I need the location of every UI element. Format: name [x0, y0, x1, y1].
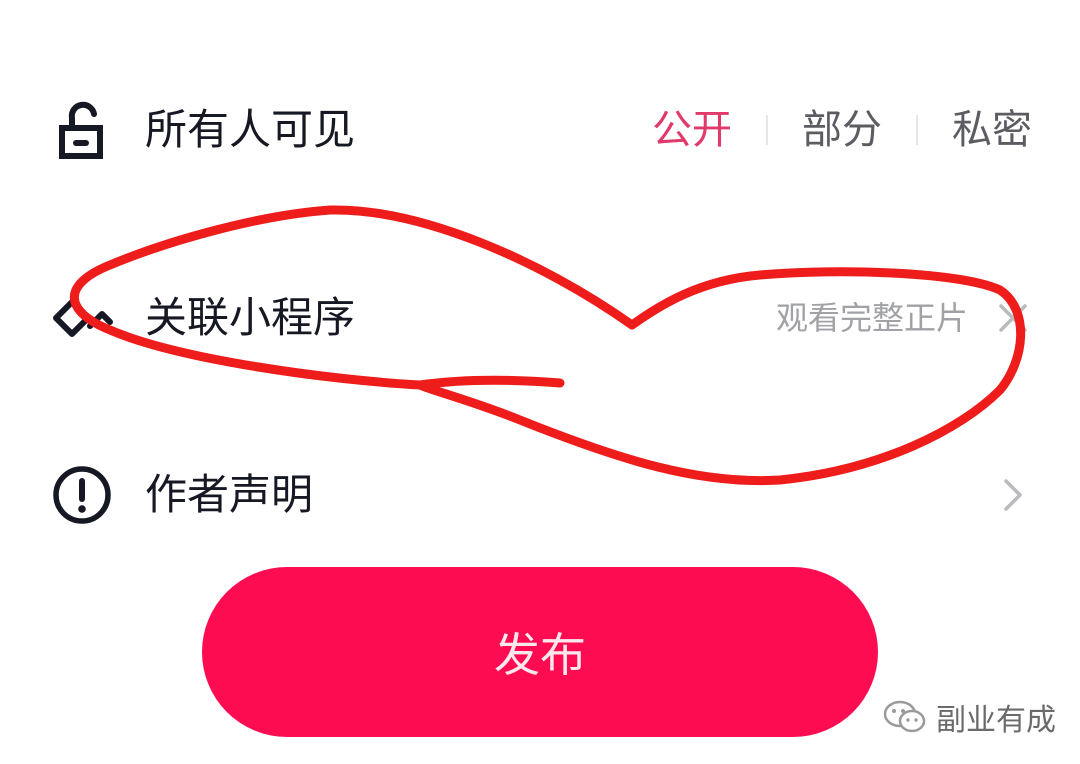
- visibility-label: 所有人可见: [145, 105, 356, 154]
- unlock-icon: [59, 101, 103, 159]
- author-statement-label: 作者声明: [145, 470, 314, 519]
- visibility-option-partial[interactable]: 部分: [802, 105, 882, 155]
- watermark-text: 副业有成: [936, 703, 1056, 738]
- author-statement-row[interactable]: 作者声明: [0, 435, 1080, 555]
- divider: [766, 115, 768, 145]
- publish-button[interactable]: 发布: [202, 567, 878, 737]
- close-icon[interactable]: [996, 301, 1030, 335]
- watermark: 副业有成: [882, 693, 1056, 741]
- visibility-row: 所有人可见 公开 部分 私密: [0, 70, 1080, 190]
- chevron-right-icon: [1004, 479, 1022, 511]
- mini-program-icon: [53, 299, 113, 337]
- mini-program-value: 观看完整正片: [775, 299, 968, 337]
- visibility-option-private[interactable]: 私密: [952, 105, 1032, 155]
- visibility-options: 公开 部分 私密: [652, 70, 1032, 190]
- mini-program-label: 关联小程序: [145, 293, 356, 342]
- divider: [916, 115, 918, 145]
- visibility-option-public[interactable]: 公开: [652, 105, 732, 155]
- mini-program-row[interactable]: 关联小程序 观看完整正片: [0, 258, 1080, 378]
- exclamation-circle-icon: [53, 466, 111, 524]
- wechat-icon: [883, 700, 926, 733]
